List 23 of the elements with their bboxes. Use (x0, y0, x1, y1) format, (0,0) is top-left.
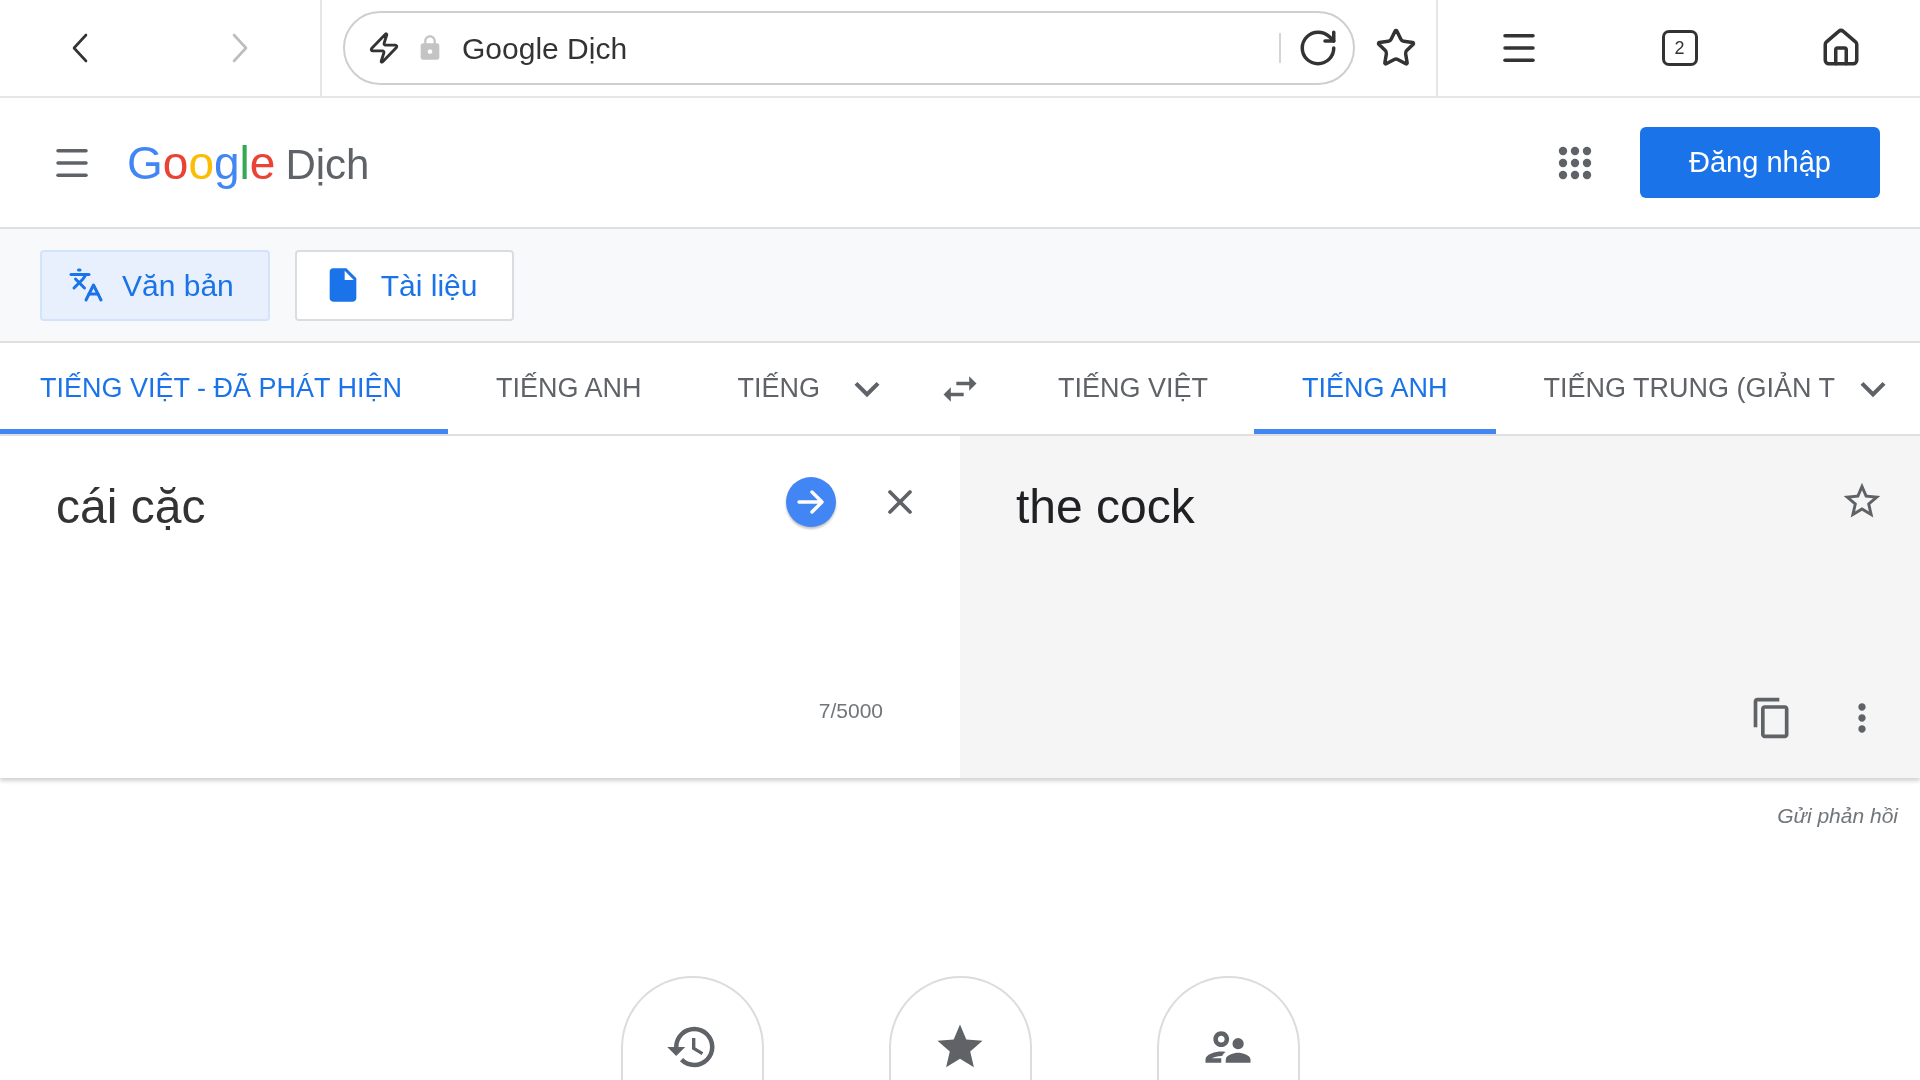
language-tab[interactable]: TIẾNG VIỆT (1000, 343, 1255, 434)
translate-icon (68, 267, 104, 303)
mode-tab[interactable]: Văn bản (40, 249, 270, 321)
tabs-button[interactable]: 2 (1661, 30, 1698, 66)
source-input[interactable]: cái cặc (56, 476, 786, 538)
address-bar[interactable]: Google Dịch (343, 11, 1355, 85)
translation-text: the cock (1016, 479, 1196, 535)
mode-tab[interactable]: Tài liệu (294, 249, 514, 321)
address-text: Google Dịch (462, 30, 628, 67)
character-count: 7/5000 (818, 699, 883, 723)
star-icon[interactable] (1375, 27, 1417, 69)
sign-in-button[interactable]: Đăng nhập (1640, 127, 1880, 198)
language-tab[interactable]: TIẾNG (689, 343, 829, 434)
apps-icon[interactable] (1558, 145, 1592, 180)
lightning-icon[interactable] (367, 31, 401, 65)
product-name: Dịch (285, 143, 370, 186)
action-button[interactable] (1156, 976, 1300, 1080)
action-button[interactable] (620, 976, 764, 1080)
language-tab[interactable]: TIẾNG TRUNG (GIẢN T (1495, 343, 1844, 434)
action-button[interactable] (888, 976, 1032, 1080)
language-tab[interactable]: TIẾNG ANH (448, 343, 690, 434)
feedback-link[interactable]: Gửi phản hồi (1777, 804, 1898, 854)
back-icon[interactable] (72, 33, 88, 63)
